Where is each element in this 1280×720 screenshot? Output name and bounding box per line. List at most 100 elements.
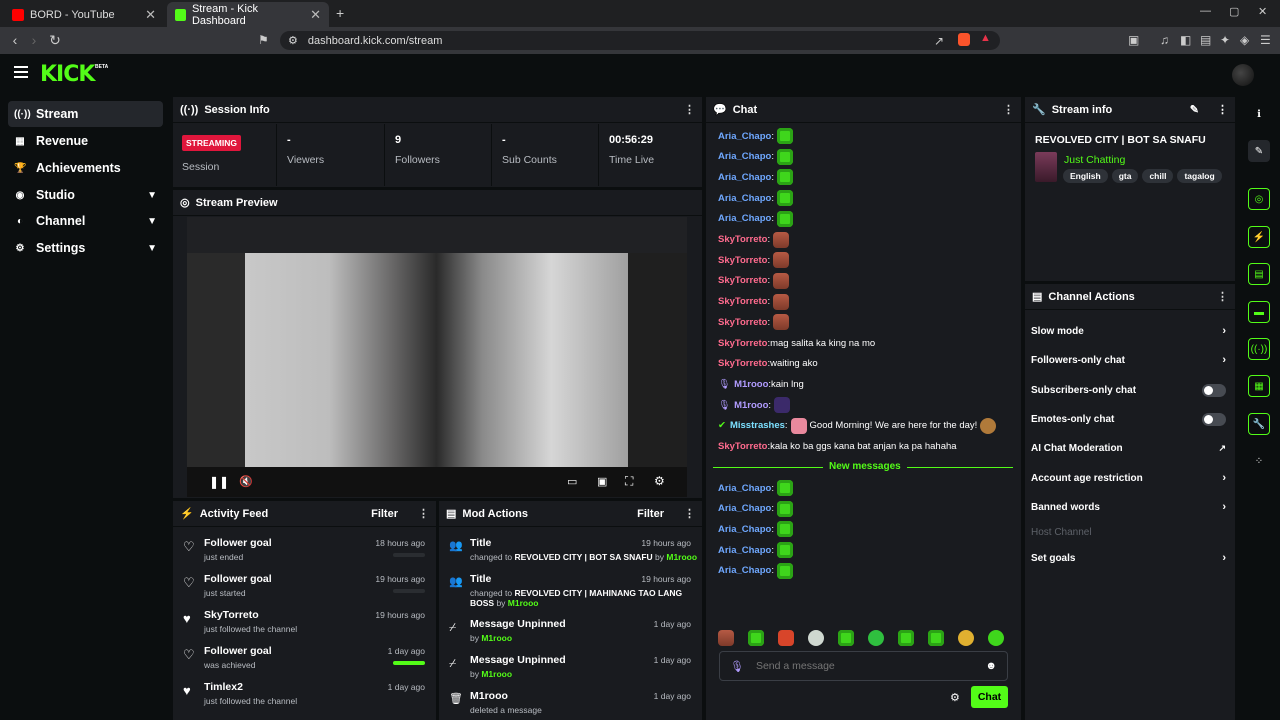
hamburger-menu-icon[interactable] [14, 66, 28, 78]
chat-input-box[interactable]: 🎙 ☻ [719, 651, 1008, 681]
send-chat-button[interactable]: Chat [971, 686, 1008, 708]
sidebar-item-studio[interactable]: ◉ Studio ▼ [8, 182, 163, 208]
more-options-icon[interactable]: ⋮ [684, 103, 695, 116]
category-name[interactable]: Just Chatting [1064, 154, 1125, 166]
chat-username[interactable]: SkyTorreto [718, 358, 767, 369]
chat-username[interactable]: M1rooo [734, 400, 768, 411]
item-user[interactable]: M1rooo [666, 552, 697, 562]
browser-tab-kick[interactable]: Stream - Kick Dashboard ✕ [167, 2, 329, 27]
chat-username[interactable]: M1rooo [734, 379, 768, 390]
emote-icon[interactable] [776, 480, 793, 496]
emotes-only-toggle[interactable] [1202, 412, 1226, 426]
sidebar-item-achievements[interactable]: 🏆 Achievements [8, 155, 163, 181]
broadcast-icon[interactable]: ((·)) [1248, 338, 1270, 360]
emote-icon[interactable] [774, 397, 791, 414]
sidebar-item-revenue[interactable]: ▦ Revenue [8, 128, 163, 154]
emote-icon[interactable] [776, 169, 793, 186]
emoji-icon[interactable]: ☻ [985, 660, 997, 672]
action-account-age[interactable]: Account age restriction › [1031, 469, 1226, 487]
chat-icon[interactable]: ▬ [1248, 301, 1270, 323]
chat-username[interactable]: Aria_Chapo [718, 483, 771, 494]
sidebar-item-channel[interactable]: ◐ Channel ▼ [8, 208, 163, 234]
preview-icon[interactable]: ◎ [1248, 188, 1270, 210]
wrench-icon[interactable]: 🔧 [1248, 413, 1270, 435]
chat-username[interactable]: SkyTorreto [718, 317, 767, 328]
chat-username[interactable]: Aria_Chapo [718, 524, 771, 535]
emote-icon[interactable] [773, 272, 790, 289]
emote-icon[interactable] [778, 630, 794, 646]
chat-username[interactable]: Misstrashes [730, 420, 785, 431]
emote-icon[interactable] [898, 630, 914, 646]
emote-icon[interactable] [928, 630, 944, 646]
chat-username[interactable]: SkyTorreto [718, 234, 767, 245]
share-icon[interactable]: ↗ [934, 34, 944, 48]
emote-icon[interactable] [773, 314, 790, 331]
emote-icon[interactable] [980, 417, 997, 434]
chat-username[interactable]: Aria_Chapo [718, 545, 771, 556]
rewards-icon[interactable]: ▲ [980, 32, 991, 44]
new-tab-icon[interactable]: + [336, 5, 344, 21]
maximize-icon[interactable]: ▢ [1229, 5, 1239, 18]
emote-icon[interactable] [868, 630, 884, 646]
filter-button[interactable]: Filter [371, 508, 398, 520]
minimize-icon[interactable]: — [1200, 5, 1211, 17]
chat-username[interactable]: Aria_Chapo [718, 193, 771, 204]
fullscreen-icon[interactable]: ⛶ [625, 474, 633, 489]
tag[interactable]: English [1063, 169, 1108, 183]
emote-icon[interactable] [748, 630, 764, 646]
site-info-icon[interactable]: ⚙ [288, 34, 298, 47]
emote-icon[interactable] [958, 630, 974, 646]
emote-icon[interactable] [776, 500, 793, 517]
gear-icon[interactable]: ⚙ [654, 474, 665, 488]
edit-icon[interactable]: ✎ [1190, 103, 1199, 116]
item-user[interactable]: M1rooo [481, 669, 512, 679]
document-icon[interactable]: ▤ [1248, 263, 1270, 285]
menu-icon[interactable]: ☰ [1260, 33, 1271, 47]
tag[interactable]: chill [1142, 169, 1174, 183]
chat-username[interactable]: SkyTorreto [718, 275, 767, 286]
more-options-icon[interactable]: ⋮ [418, 507, 429, 520]
music-icon[interactable]: ♫ [1160, 33, 1169, 47]
category-thumbnail[interactable] [1035, 152, 1057, 182]
edit-layout-icon[interactable]: ✎ [1248, 140, 1270, 162]
action-set-goals[interactable]: Set goals › [1031, 549, 1226, 567]
info-icon[interactable]: ℹ [1248, 103, 1270, 125]
emote-icon[interactable] [776, 190, 793, 207]
action-followers-only[interactable]: Followers-only chat › [1031, 351, 1226, 369]
close-icon[interactable]: ✕ [145, 7, 156, 23]
more-options-icon[interactable]: ⋮ [684, 507, 695, 520]
pause-icon[interactable]: ❚❚ [209, 475, 229, 489]
action-banned-words[interactable]: Banned words › [1031, 498, 1226, 516]
layout-icon[interactable]: ▦ [1248, 375, 1270, 397]
emote-icon[interactable] [838, 630, 854, 646]
vpn-icon[interactable]: ◈ [1240, 33, 1249, 47]
url-field[interactable]: ⚙ dashboard.kick.com/stream [280, 31, 1000, 50]
emote-icon[interactable] [773, 231, 790, 248]
more-options-icon[interactable]: ⋮ [1217, 103, 1228, 116]
emote-icon[interactable] [776, 128, 793, 144]
emote-icon[interactable] [790, 417, 807, 434]
chat-username[interactable]: Aria_Chapo [718, 503, 771, 514]
mute-icon[interactable]: 🔇 [239, 475, 253, 488]
more-options-icon[interactable]: ⋮ [1003, 103, 1014, 116]
chat-username[interactable]: Aria_Chapo [718, 565, 771, 576]
bookmark-icon[interactable]: ⚑ [258, 33, 269, 47]
action-ai-moderation[interactable]: AI Chat Moderation ↗ [1031, 439, 1226, 457]
chat-username[interactable]: Aria_Chapo [718, 131, 771, 142]
subscribers-only-toggle[interactable] [1202, 383, 1226, 397]
tag[interactable]: tagalog [1177, 169, 1222, 183]
chat-username[interactable]: Aria_Chapo [718, 213, 771, 224]
emote-icon[interactable] [808, 630, 824, 646]
emote-icon[interactable] [776, 521, 793, 538]
browser-tab-youtube[interactable]: BORD - YouTube ✕ [4, 2, 164, 27]
chat-settings-icon[interactable]: ⚙ [950, 691, 960, 704]
emote-icon[interactable] [776, 148, 793, 165]
sidebar-icon[interactable]: ▣ [1128, 33, 1139, 47]
kick-logo[interactable]: KICK [40, 62, 95, 87]
filter-button[interactable]: Filter [637, 508, 664, 520]
chat-input[interactable] [755, 660, 974, 672]
emote-icon[interactable] [718, 630, 734, 646]
emote-icon[interactable] [773, 293, 790, 310]
close-window-icon[interactable]: ✕ [1258, 5, 1267, 18]
chat-username[interactable]: SkyTorreto [718, 255, 767, 266]
